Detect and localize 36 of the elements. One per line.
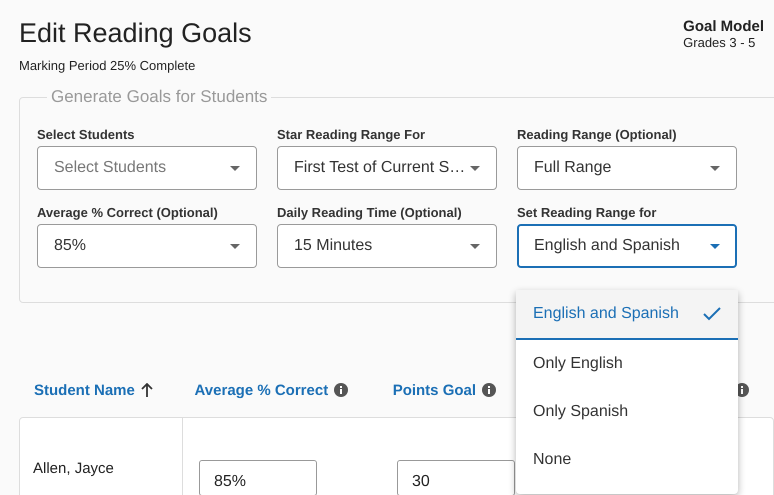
panel-legend: Generate Goals for Students xyxy=(47,87,272,107)
caret-icon xyxy=(710,166,720,170)
dropdown-option[interactable]: None xyxy=(516,436,738,484)
check-icon xyxy=(703,307,721,321)
info-icon[interactable] xyxy=(482,383,496,397)
field-label: Star Reading Range For xyxy=(277,127,426,142)
caret-icon xyxy=(470,244,480,248)
goal-model-label: Goal Model xyxy=(683,18,764,35)
field-label: Average % Correct (Optional) xyxy=(37,205,219,220)
select-field[interactable]: English and Spanish xyxy=(517,224,737,268)
page-title: Edit Reading Goals xyxy=(19,18,252,49)
select-field[interactable]: 85% xyxy=(37,224,257,268)
student-name: Allen, Jayce xyxy=(33,460,114,477)
select-field[interactable]: First Test of Current S… xyxy=(277,146,497,190)
caret-icon xyxy=(710,244,720,248)
column-header[interactable]: Average % Correct xyxy=(194,382,328,398)
sort-arrow-icon[interactable] xyxy=(140,383,153,397)
select-field[interactable]: 15 Minutes xyxy=(277,224,497,268)
column-header[interactable]: Student Name xyxy=(34,382,135,398)
field-label: Set Reading Range for xyxy=(517,205,658,220)
select-field[interactable]: Full Range xyxy=(517,146,737,190)
column-header[interactable]: Points Goal xyxy=(392,382,476,398)
field-label: Select Students xyxy=(37,127,136,142)
select-field[interactable]: Select Students xyxy=(37,146,257,190)
dropdown-option[interactable]: Only English xyxy=(516,340,738,388)
caret-icon xyxy=(230,244,240,248)
caret-icon xyxy=(470,166,480,170)
goal-model-value: Grades 3 - 5 xyxy=(683,35,756,50)
dropdown-option[interactable]: English and Spanish xyxy=(516,290,738,340)
field-label: Reading Range (Optional) xyxy=(517,127,678,142)
average-input[interactable]: 85% xyxy=(199,460,317,495)
dropdown-option[interactable]: Only Spanish xyxy=(516,388,738,436)
field-label: Daily Reading Time (Optional) xyxy=(277,205,463,220)
points-input[interactable]: 30 xyxy=(397,460,515,495)
info-icon[interactable] xyxy=(334,383,348,397)
caret-icon xyxy=(230,166,240,170)
